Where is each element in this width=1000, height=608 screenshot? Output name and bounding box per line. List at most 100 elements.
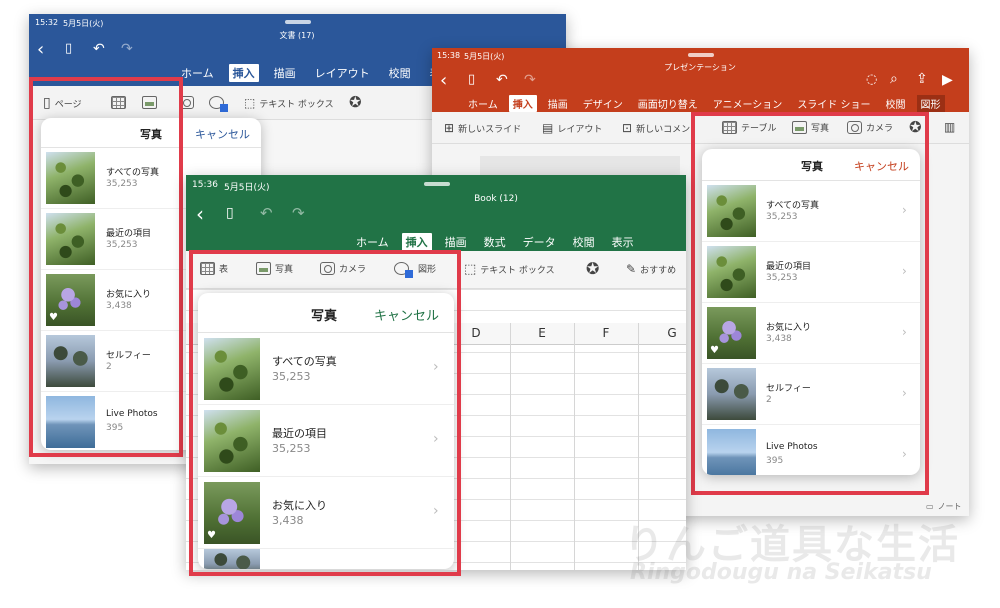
recommended-button[interactable]: ✎ おすすめ (626, 262, 676, 276)
notes-button[interactable]: ▭ ノート (926, 501, 962, 512)
column-header-f[interactable]: F (574, 326, 638, 340)
column-divider (574, 323, 575, 570)
tab-review[interactable]: 校閲 (385, 64, 415, 82)
addin-icon: ✪ (586, 259, 600, 278)
album-row[interactable]: 最近の項目 35,253 › (702, 242, 920, 303)
camera-button[interactable] (179, 96, 194, 109)
album-row[interactable] (198, 549, 454, 569)
tab-shape-format[interactable]: 図形 (916, 95, 945, 112)
new-slide-button[interactable]: ⊞ 新しいスライド (444, 121, 521, 135)
tab-formulas[interactable]: 数式 (480, 233, 510, 251)
album-name: Live Photos (766, 442, 818, 452)
album-row[interactable]: すべての写真 35,253 › (198, 333, 454, 405)
tab-design[interactable]: デザイン (579, 95, 627, 112)
album-thumbnail (46, 152, 95, 204)
tab-review[interactable]: 校閲 (569, 233, 599, 251)
cancel-button[interactable]: キャンセル (854, 158, 909, 174)
shape-button[interactable] (209, 96, 228, 112)
photo-button[interactable]: 写真 (792, 121, 829, 134)
album-thumbnail (707, 185, 756, 237)
album-row[interactable]: セルフィー 2 › (702, 364, 920, 425)
textbox-button[interactable]: ⬚ テキスト ボックス (464, 262, 555, 277)
back-icon[interactable]: ‹ (37, 41, 44, 59)
tab-draw[interactable]: 描画 (544, 95, 572, 112)
window-grabber[interactable] (688, 53, 714, 57)
photo-button[interactable] (142, 96, 157, 109)
chevron-right-icon: › (902, 264, 907, 278)
tab-view[interactable]: 表示 (608, 233, 638, 251)
album-thumbnail: ♥ (204, 481, 260, 544)
column-header-g[interactable]: G (640, 326, 686, 340)
tab-insert[interactable]: 挿入 (228, 64, 259, 82)
back-icon[interactable]: ‹ (440, 72, 447, 90)
redo-icon[interactable]: ↷ (524, 73, 536, 87)
tab-home[interactable]: ホーム (352, 233, 393, 251)
new-comment-button[interactable]: ⊡ 新しいコメン (622, 121, 690, 135)
tab-insert[interactable]: 挿入 (401, 233, 432, 251)
tab-layout[interactable]: レイアウト (311, 64, 374, 82)
status-time: 15:38 (437, 51, 461, 60)
shape-icon (394, 262, 413, 278)
column-divider (510, 323, 511, 570)
back-icon[interactable]: ‹ (196, 204, 204, 224)
addin-icon: ✪ (909, 118, 922, 136)
layout-button[interactable]: ▤ レイアウト (542, 121, 602, 135)
undo-icon[interactable]: ↶ (260, 206, 273, 221)
redo-icon[interactable]: ↷ (292, 206, 305, 221)
undo-icon[interactable]: ↶ (93, 42, 105, 56)
album-thumbnail (707, 368, 756, 420)
redo-icon[interactable]: ↷ (121, 42, 133, 56)
camera-button[interactable]: カメラ (320, 262, 366, 275)
photo-icon (792, 121, 807, 134)
album-name: すべての写真 (106, 168, 160, 178)
share-icon[interactable]: ⇪ (916, 72, 928, 86)
table-button[interactable]: 表 (200, 262, 228, 275)
album-row[interactable]: Live Photos 395 › (702, 425, 920, 475)
camera-icon (320, 262, 335, 275)
tab-data[interactable]: データ (519, 233, 560, 251)
camera-button[interactable]: カメラ (847, 121, 893, 134)
textbox-button[interactable]: ⬚ テキスト ボックス (244, 96, 334, 110)
album-thumbnail: ♥ (707, 307, 756, 359)
tab-animations[interactable]: アニメーション (709, 95, 787, 112)
album-row[interactable]: すべての写真 35,253 › (702, 181, 920, 242)
album-row[interactable]: ♥ お気に入り 3,438 › (702, 303, 920, 364)
search-icon[interactable]: ⌕ (890, 72, 898, 86)
shape-button[interactable]: 図形 (394, 262, 436, 278)
window-grabber[interactable] (285, 20, 311, 24)
status-time: 15:36 (192, 180, 218, 190)
addin-button[interactable]: ✪ (586, 259, 599, 278)
ppt-header: 15:38 5月5日(火) プレゼンテーション ‹ ▯ ↶ ↷ ◌ ⌕ ⇪ ▶ … (432, 48, 969, 112)
tab-review[interactable]: 校閲 (882, 95, 910, 112)
album-row[interactable]: ♥ お気に入り 3,438 › (198, 477, 454, 549)
tab-home[interactable]: ホーム (177, 64, 218, 82)
page-button[interactable]: ▯ ページ (43, 95, 82, 111)
tab-insert[interactable]: 挿入 (508, 95, 537, 112)
photo-icon (142, 96, 157, 109)
column-header-e[interactable]: E (510, 326, 574, 340)
lightbulb-icon[interactable]: ◌ (866, 73, 877, 86)
photo-button[interactable]: 写真 (256, 262, 293, 275)
file-icon[interactable]: ▯ (226, 206, 234, 220)
tab-draw[interactable]: 描画 (441, 233, 471, 251)
undo-icon[interactable]: ↶ (496, 73, 508, 87)
table-button[interactable] (111, 96, 126, 109)
play-icon[interactable]: ▶ (942, 73, 953, 87)
cancel-button[interactable]: キャンセル (195, 126, 250, 142)
tab-slideshow[interactable]: スライド ショー (793, 95, 874, 112)
more-button[interactable]: ▥ (944, 120, 955, 134)
album-count: 395 (766, 456, 784, 466)
chevron-right-icon: › (902, 386, 907, 400)
table-button[interactable]: テーブル (722, 121, 776, 134)
window-grabber[interactable] (424, 182, 450, 186)
tab-home[interactable]: ホーム (464, 95, 502, 112)
tab-draw[interactable]: 描画 (270, 64, 300, 82)
smartart-button[interactable]: ✪ (349, 93, 362, 111)
comment-icon: ⊡ (622, 121, 633, 135)
file-icon[interactable]: ▯ (468, 73, 475, 86)
addin-button[interactable]: ✪ (909, 118, 922, 136)
album-row[interactable]: 最近の項目 35,253 › (198, 405, 454, 477)
cancel-button[interactable]: キャンセル (374, 305, 439, 324)
tab-transitions[interactable]: 画面切り替え (634, 95, 702, 112)
file-icon[interactable]: ▯ (65, 42, 72, 55)
